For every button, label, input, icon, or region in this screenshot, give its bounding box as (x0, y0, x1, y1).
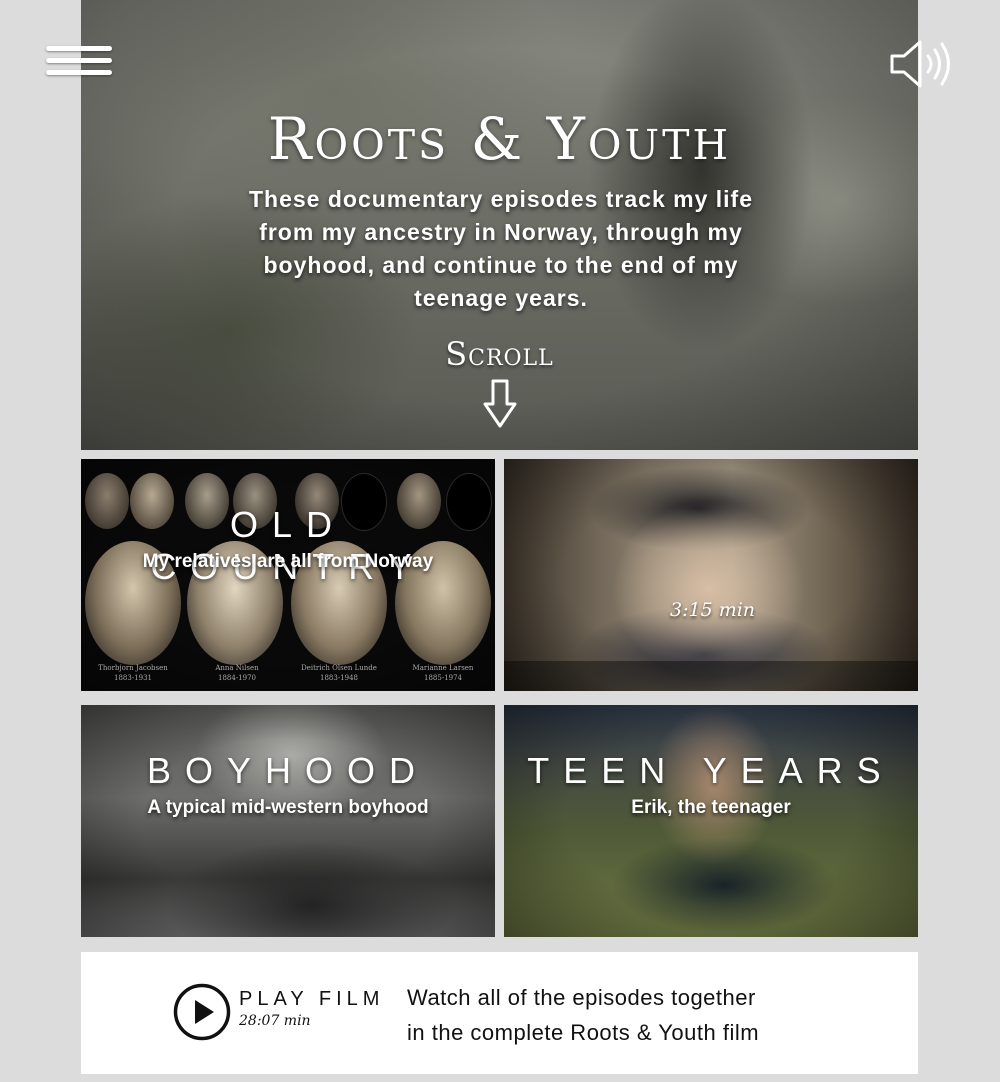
episode-tile-teen-years[interactable]: TEEN YEARS Erik, the teenager (504, 705, 918, 937)
site-description: These documentary episodes track my life… (248, 186, 753, 311)
portrait-caption: Anna Nilsen 1884-1970 (182, 663, 292, 683)
episode-title: TEEN YEARS (527, 750, 895, 791)
portrait-name: Marianne Larsen (412, 664, 474, 672)
episode-tile-old-country[interactable]: Thorbjorn Jacobsen 1883-1931 Anna Nilsen… (81, 459, 495, 691)
portrait-caption: Thorbjorn Jacobsen 1883-1931 (81, 663, 188, 683)
episode-tile-boyhood[interactable]: BOYHOOD A typical mid-western boyhood (81, 705, 495, 937)
portrait-caption: Marianne Larsen 1885-1974 (388, 663, 495, 683)
site-title: Roots & Youth (267, 105, 732, 173)
play-film-description: Watch all of the episodes together in th… (407, 980, 877, 1050)
episode-subtitle: My relatives are all from Norway (142, 551, 434, 572)
play-film-description-line: Watch all of the episodes together (407, 985, 756, 1010)
episode-subtitle: Erik, the teenager (631, 797, 791, 818)
tile-caption-bar (504, 661, 918, 691)
hamburger-menu-icon[interactable] (46, 46, 112, 82)
portrait-years: 1883-1931 (114, 674, 152, 682)
play-film-button[interactable]: PLAY FILM (239, 988, 384, 1011)
play-film-description-line: in the complete Roots & Youth film (407, 1020, 760, 1045)
episode-tile-early-childhood[interactable]: 3:15 min (504, 459, 918, 691)
episode-duration: 3:15 min (670, 599, 756, 621)
portrait-name: Deitrich Olsen Lunde (301, 664, 377, 672)
episode-title: OLD COUNTRY (150, 504, 426, 587)
play-film-panel: PLAY FILM 28:07 min Watch all of the epi… (81, 952, 918, 1074)
episode-subtitle: A typical mid-western boyhood (147, 797, 429, 818)
scroll-label[interactable]: Scroll (81, 335, 918, 373)
portrait-years: 1885-1974 (424, 674, 462, 682)
play-icon[interactable] (173, 983, 231, 1041)
portrait-name: Anna Nilsen (215, 664, 259, 672)
portrait-years: 1883-1948 (320, 674, 358, 682)
portrait-name: Thorbjorn Jacobsen (98, 664, 168, 672)
down-arrow-icon[interactable] (482, 378, 518, 430)
speaker-icon[interactable] (888, 38, 956, 90)
portrait-caption: Deitrich Olsen Lunde 1883-1948 (284, 663, 394, 683)
portrait-years: 1884-1970 (218, 674, 256, 682)
film-duration: 28:07 min (239, 1013, 311, 1029)
episode-title: BOYHOOD (146, 750, 430, 791)
